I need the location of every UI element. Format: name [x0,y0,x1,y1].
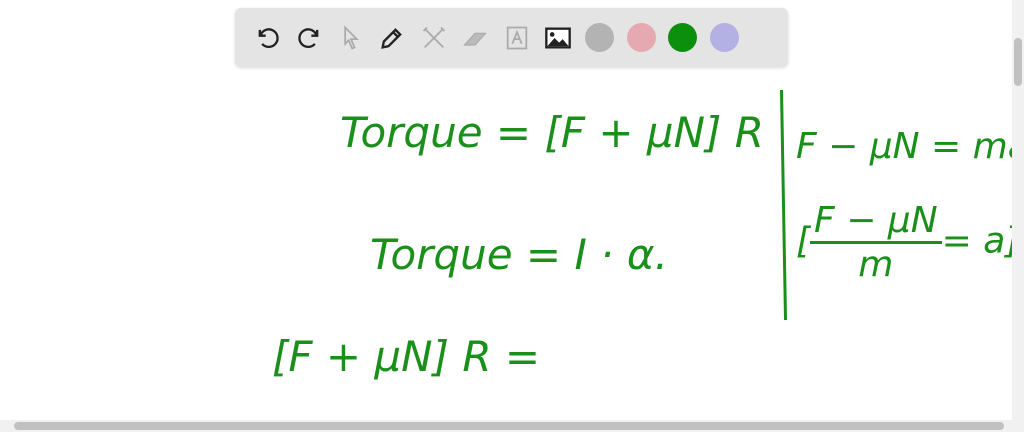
divider-line [779,89,788,321]
equation-partial: [F + μN] R = [272,332,541,381]
fraction-denominator: m [858,244,894,285]
select-icon [344,24,359,50]
drawing-toolbar [235,8,788,67]
fraction-rhs: = a [941,220,1006,262]
image-icon [545,27,572,48]
eraser-icon [463,32,488,46]
text-icon [506,26,527,49]
undo-icon [258,27,279,48]
fraction-numerator: F − μN [810,200,942,244]
vertical-scroll-thumb[interactable] [1014,38,1022,86]
color-lavender[interactable] [704,18,746,58]
equation-torque-friction: Torque = [F + μN] R [340,108,764,157]
pen-icon [381,27,403,49]
color-swatch [626,23,656,52]
redo-icon [298,27,319,48]
equation-torque-inertia: Torque = I · α. [370,230,668,279]
redo-button[interactable] [289,18,331,58]
undo-button[interactable] [247,18,289,58]
vertical-scrollbar[interactable] [1012,0,1024,420]
color-swatch [668,23,698,52]
color-green[interactable] [662,18,704,58]
color-pink[interactable] [621,18,663,58]
pen-button[interactable] [372,18,414,58]
select-button[interactable] [330,18,372,58]
text-button[interactable] [496,18,538,58]
equation-newton: F − μN = ma [796,126,1024,167]
tools-icon [422,26,445,48]
image-button[interactable] [538,18,580,58]
equation-acceleration: [F − μNm= a] [796,200,1019,285]
color-swatch [585,23,615,52]
color-swatch [709,23,739,52]
horizontal-scrollbar[interactable] [0,420,1024,432]
color-gray[interactable] [579,18,621,58]
horizontal-scroll-thumb[interactable] [14,422,1004,430]
tools-button[interactable] [413,18,455,58]
eraser-button[interactable] [455,18,497,58]
